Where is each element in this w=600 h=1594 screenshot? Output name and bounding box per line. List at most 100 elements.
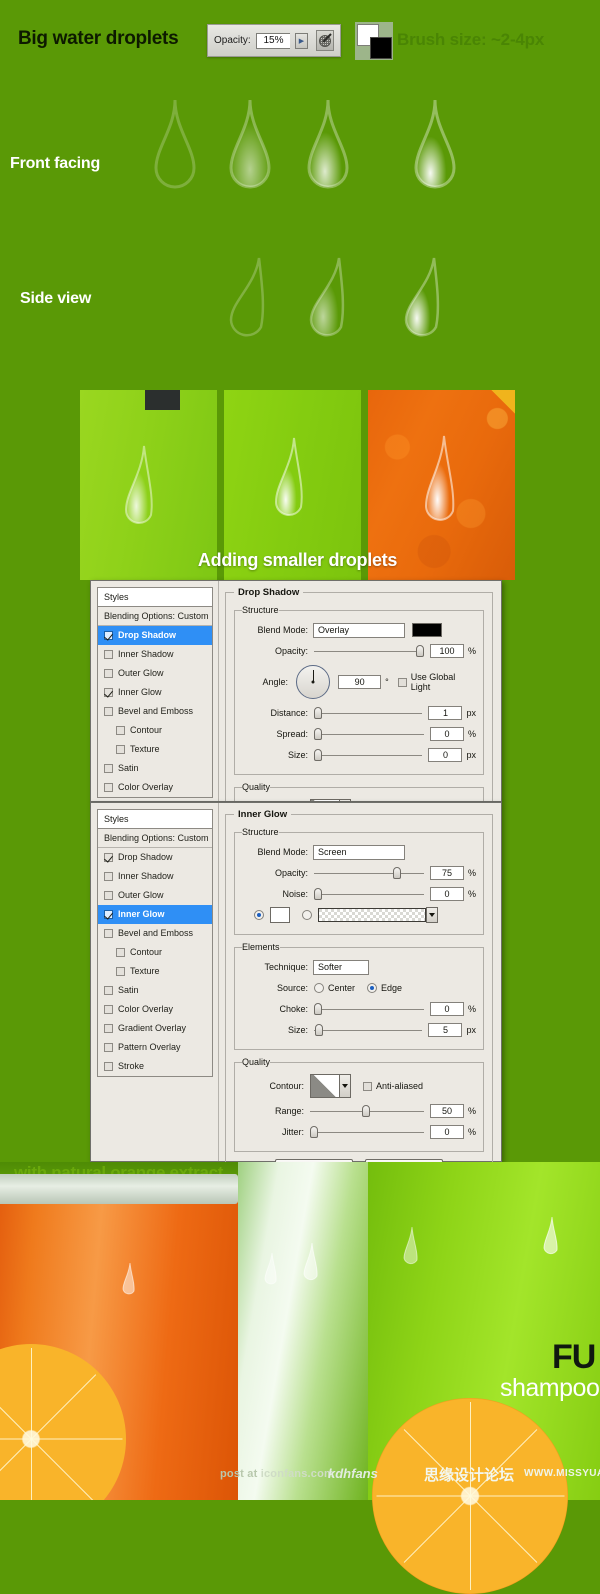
ig-technique-select[interactable]: Softer (313, 959, 369, 975)
style-row-satin[interactable]: Satin (98, 759, 212, 778)
ds-distance-input[interactable]: 1 (428, 706, 463, 720)
style-row-pattern-overlay[interactable]: Pattern Overlay (98, 1038, 212, 1057)
slider-knob[interactable] (314, 707, 322, 719)
style-checkbox[interactable] (116, 966, 125, 976)
style-row-inner-glow[interactable]: Inner Glow (98, 683, 212, 702)
style-row-drop-shadow[interactable]: Drop Shadow (98, 848, 212, 867)
airbrush-icon[interactable] (315, 30, 335, 51)
ig-size-slider[interactable] (314, 1023, 423, 1037)
color-swatches[interactable] (355, 22, 393, 60)
style-row-gradient-overlay[interactable]: Gradient Overlay (98, 1019, 212, 1038)
slider-knob[interactable] (310, 1126, 318, 1138)
ig-contour-dropdown[interactable] (340, 1074, 351, 1098)
style-checkbox[interactable] (104, 706, 113, 716)
style-checkbox[interactable] (104, 852, 113, 862)
ig-anti-aliased-checkbox[interactable] (363, 1081, 372, 1091)
slider-knob[interactable] (314, 749, 322, 761)
ds-spread-slider[interactable] (314, 727, 424, 741)
style-checkbox[interactable] (104, 687, 113, 697)
style-checkbox[interactable] (104, 1061, 113, 1071)
style-checkbox[interactable] (104, 668, 113, 678)
style-checkbox[interactable] (104, 1004, 113, 1014)
glow-color-swatch[interactable] (270, 907, 290, 923)
style-checkbox[interactable] (104, 630, 113, 640)
ds-opacity-input[interactable]: 100 (429, 644, 464, 658)
source-edge-radio[interactable] (367, 983, 378, 993)
style-checkbox[interactable] (104, 649, 113, 659)
style-checkbox[interactable] (104, 782, 113, 792)
style-checkbox[interactable] (104, 985, 113, 995)
style-row-bevel-and-emboss[interactable]: Bevel and Emboss (98, 702, 212, 721)
blending-options-row[interactable]: Blending Options: Custom (98, 607, 212, 626)
styles-list-drop-shadow[interactable]: Blending Options: Custom Drop Shadow Inne… (97, 607, 213, 798)
ds-angle-input[interactable]: 90 (338, 675, 382, 689)
style-row-color-overlay[interactable]: Color Overlay (98, 1000, 212, 1019)
opacity-input[interactable]: 15% (255, 32, 291, 49)
shadow-color-swatch[interactable] (412, 623, 442, 637)
opacity-dropdown-arrow-icon[interactable]: ▶ (295, 32, 308, 49)
inner-glow-panel[interactable]: Inner Glow Structure Blend Mode: Screen … (219, 803, 501, 1187)
style-checkbox[interactable] (104, 871, 113, 881)
style-row-outer-glow[interactable]: Outer Glow (98, 886, 212, 905)
use-global-light-checkbox[interactable] (397, 677, 407, 687)
glow-gradient-preview[interactable] (318, 908, 426, 922)
ds-spread-input[interactable]: 0 (429, 727, 464, 741)
style-row-satin[interactable]: Satin (98, 981, 212, 1000)
slider-knob[interactable] (362, 1105, 371, 1117)
glow-solid-color-radio[interactable] (254, 910, 264, 920)
style-row-stroke[interactable]: Stroke (98, 1057, 212, 1076)
style-row-bevel-and-emboss[interactable]: Bevel and Emboss (98, 924, 212, 943)
ds-size-input[interactable]: 0 (428, 748, 463, 762)
slider-knob[interactable] (315, 1024, 324, 1036)
angle-dial[interactable] (296, 665, 330, 699)
style-row-outer-glow[interactable]: Outer Glow (98, 664, 212, 683)
style-row-color-overlay[interactable]: Color Overlay (98, 778, 212, 797)
style-row-texture[interactable]: Texture (98, 962, 212, 981)
ds-opacity-slider[interactable] (314, 644, 425, 658)
layer-style-dialog-drop-shadow[interactable]: Styles Blending Options: Custom Drop Sha… (90, 580, 502, 802)
ig-contour-preview[interactable] (310, 1074, 340, 1098)
style-checkbox[interactable] (104, 1023, 113, 1033)
layer-style-dialog-inner-glow[interactable]: Styles Blending Options: Custom Drop Sha… (90, 802, 502, 1187)
style-row-contour[interactable]: Contour (98, 943, 212, 962)
ds-size-slider[interactable] (314, 748, 423, 762)
style-row-inner-shadow[interactable]: Inner Shadow (98, 645, 212, 664)
style-row-inner-shadow[interactable]: Inner Shadow (98, 867, 212, 886)
style-row-drop-shadow[interactable]: Drop Shadow (98, 626, 212, 645)
styles-items-ds[interactable]: Drop Shadow Inner Shadow Outer Glow Inner G… (98, 626, 212, 797)
slider-knob[interactable] (393, 867, 402, 879)
source-center-radio[interactable] (314, 983, 324, 993)
styles-column[interactable]: Styles Blending Options: Custom Drop Sha… (91, 803, 219, 1161)
ig-choke-input[interactable]: 0 (429, 1002, 464, 1016)
style-checkbox[interactable] (104, 1042, 113, 1052)
styles-items-ig[interactable]: Drop Shadow Inner Shadow Outer Glow Inner G… (98, 848, 212, 1076)
drop-shadow-panel[interactable]: Drop Shadow Structure Blend Mode: Overla… (219, 581, 501, 801)
ig-range-slider[interactable] (310, 1104, 424, 1118)
ig-blend-mode-select[interactable]: Screen (313, 844, 405, 860)
style-checkbox[interactable] (104, 763, 113, 773)
ig-jitter-slider[interactable] (310, 1125, 424, 1139)
glow-gradient-dropdown[interactable] (426, 907, 438, 923)
ds-distance-slider[interactable] (314, 706, 423, 720)
slider-knob[interactable] (314, 1003, 322, 1015)
blending-options-row[interactable]: Blending Options: Custom (98, 829, 212, 848)
slider-knob[interactable] (314, 888, 322, 900)
style-checkbox[interactable] (116, 947, 125, 957)
styles-list-inner-glow[interactable]: Blending Options: Custom Drop Shadow Inne… (97, 829, 213, 1077)
background-color-swatch[interactable] (370, 37, 392, 59)
style-row-inner-glow[interactable]: Inner Glow (98, 905, 212, 924)
style-checkbox[interactable] (104, 890, 113, 900)
ig-range-input[interactable]: 50 (429, 1104, 464, 1118)
blend-mode-select[interactable]: Overlay (313, 622, 405, 638)
ig-opacity-input[interactable]: 75 (429, 866, 464, 880)
style-checkbox[interactable] (116, 725, 125, 735)
ig-noise-input[interactable]: 0 (429, 887, 464, 901)
glow-gradient-radio[interactable] (302, 910, 312, 920)
styles-column[interactable]: Styles Blending Options: Custom Drop Sha… (91, 581, 219, 801)
opacity-toolbar[interactable]: Opacity: 15% ▶ (207, 24, 341, 57)
style-row-contour[interactable]: Contour (98, 721, 212, 740)
style-checkbox[interactable] (104, 928, 113, 938)
slider-knob[interactable] (314, 728, 322, 740)
style-row-texture[interactable]: Texture (98, 740, 212, 759)
ig-choke-slider[interactable] (314, 1002, 424, 1016)
